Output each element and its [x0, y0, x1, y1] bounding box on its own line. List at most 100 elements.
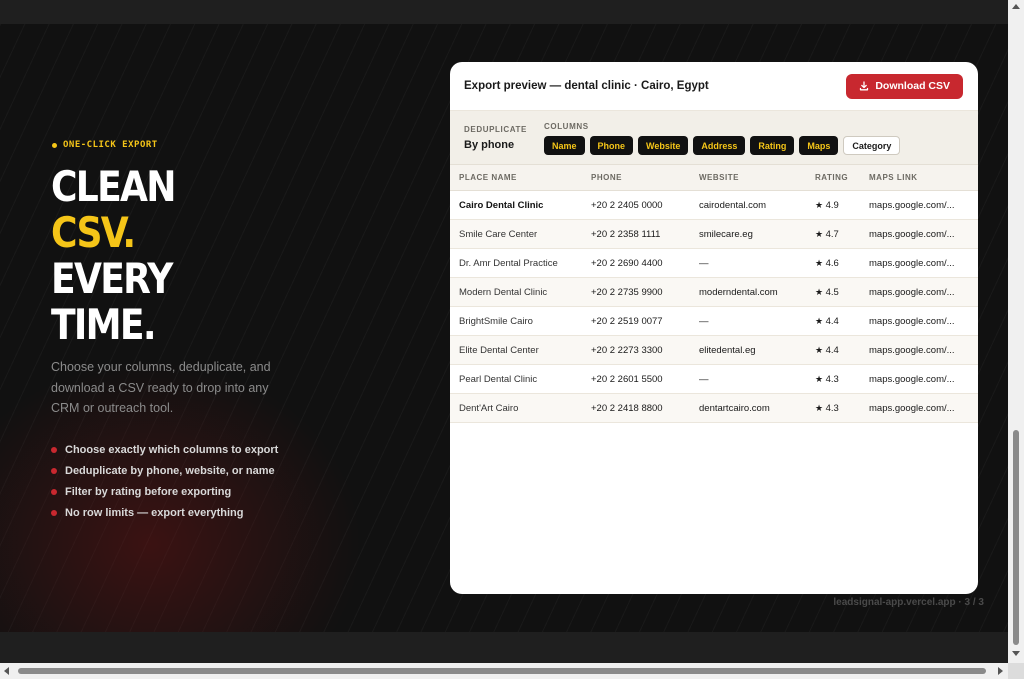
phone-cell: +20 2 2405 0000: [582, 190, 690, 220]
rating-value: 4.5: [825, 286, 839, 298]
browser-bottom-bar: [0, 632, 1008, 663]
chip-phone[interactable]: Phone: [589, 136, 634, 155]
maps-link-cell[interactable]: maps.google.com/...: [860, 306, 978, 336]
headline: CLEAN CSV. EVERY TIME.: [51, 164, 195, 348]
place-name-cell: BrightSmile Cairo: [450, 306, 582, 336]
export-preview-card: Export preview — dental clinic · Cairo, …: [450, 62, 978, 594]
scroll-right-arrow-icon[interactable]: [998, 667, 1003, 675]
place-name-cell: Dr. Amr Dental Practice: [450, 248, 582, 278]
star-icon: ★: [815, 344, 826, 355]
website-cell: moderndental.com: [690, 277, 806, 307]
rating-value: 4.6: [825, 257, 839, 269]
chip-category[interactable]: Category: [843, 136, 901, 155]
dedup-control[interactable]: DEDUPLICATE By phone: [464, 125, 527, 151]
feature-item: No row limits — export everything: [51, 502, 278, 523]
columns-label: COLUMNS: [544, 122, 589, 131]
table-row: BrightSmile Cairo +20 2 2519 0077— ★ 4.4 ma…: [450, 306, 978, 336]
star-icon: ★: [815, 315, 826, 326]
column-header: PHONE: [582, 165, 690, 191]
feature-text: Deduplicate by phone, website, or name: [65, 464, 275, 477]
scroll-up-arrow-icon[interactable]: [1012, 4, 1020, 9]
star-icon: ★: [815, 286, 826, 297]
dedup-label: DEDUPLICATE: [464, 125, 527, 134]
column-header: PLACE NAME: [450, 165, 582, 191]
table-header-row: PLACE NAME PHONE WEBSITE RATING MAPS LIN…: [450, 165, 978, 191]
maps-link-cell[interactable]: maps.google.com/...: [860, 219, 978, 249]
chip-rating[interactable]: Rating: [750, 136, 795, 155]
column-header: RATING: [806, 165, 860, 191]
scroll-left-arrow-icon[interactable]: [4, 667, 9, 675]
phone-cell: +20 2 2418 8800: [582, 393, 690, 423]
horizontal-scrollbar[interactable]: [0, 663, 1008, 679]
bullet-dot-icon: [51, 467, 57, 474]
headline-line-4: TIME.: [51, 300, 157, 349]
table-row: Pearl Dental Clinic +20 2 2601 5500— ★ 4.3…: [450, 364, 978, 394]
website-cell: elitedental.eg: [690, 335, 806, 365]
chip-name[interactable]: Name: [544, 136, 585, 155]
maps-link-cell[interactable]: maps.google.com/...: [860, 393, 978, 423]
star-icon: ★: [815, 228, 826, 239]
slide: ONE-CLICK EXPORT CLEAN CSV. EVERY TIME. …: [0, 24, 1008, 632]
dedup-value: By phone: [464, 139, 515, 151]
headline-line-2: CSV.: [51, 208, 136, 257]
star-icon: ★: [815, 199, 826, 210]
table-row: Modern Dental Clinic +20 2 2735 9900 moder…: [450, 277, 978, 307]
download-csv-label: Download CSV: [875, 80, 950, 92]
star-icon: ★: [815, 402, 826, 413]
maps-link-cell[interactable]: maps.google.com/...: [860, 364, 978, 394]
feature-text: Choose exactly which columns to export: [65, 443, 279, 456]
download-icon: [860, 81, 869, 91]
rating-cell: ★ 4.4: [806, 335, 860, 365]
website-cell: —: [690, 364, 806, 394]
maps-link-cell[interactable]: maps.google.com/...: [860, 248, 978, 278]
place-name-cell: Modern Dental Clinic: [450, 277, 582, 307]
feature-text: No row limits — export everything: [65, 506, 244, 519]
star-icon: ★: [815, 373, 826, 384]
website-cell: —: [690, 306, 806, 336]
horizontal-scroll-thumb[interactable]: [18, 668, 986, 674]
rating-cell: ★ 4.5: [806, 277, 860, 307]
export-controls: DEDUPLICATE By phone COLUMNS Name Phone …: [450, 111, 978, 165]
scroll-down-arrow-icon[interactable]: [1012, 651, 1020, 656]
preview-table: PLACE NAME PHONE WEBSITE RATING MAPS LIN…: [450, 165, 978, 423]
website-cell: smilecare.eg: [690, 219, 806, 249]
rating-value: 4.3: [825, 373, 839, 385]
website-cell: dentartcairo.com: [690, 393, 806, 423]
phone-cell: +20 2 2690 4400: [582, 248, 690, 278]
table-row: Smile Care Center +20 2 2358 1111 smilecar…: [450, 219, 978, 249]
bullet-dot-icon: [51, 509, 57, 516]
vertical-scroll-thumb[interactable]: [1013, 430, 1019, 645]
feature-text: Filter by rating before exporting: [65, 485, 232, 498]
rating-value: 4.4: [825, 315, 839, 327]
column-chips: Name Phone Website Address Rating Maps C…: [544, 136, 901, 155]
phone-cell: +20 2 2358 1111: [582, 219, 690, 249]
column-header: MAPS LINK: [860, 165, 978, 191]
phone-cell: +20 2 2273 3300: [582, 335, 690, 365]
feature-list: Choose exactly which columns to export D…: [51, 439, 278, 523]
vertical-scrollbar[interactable]: [1008, 0, 1024, 663]
footer-note: leadsignal-app.vercel.app · 3 / 3: [833, 597, 984, 608]
chip-maps[interactable]: Maps: [799, 136, 839, 155]
download-csv-button[interactable]: Download CSV: [846, 73, 963, 99]
column-header: WEBSITE: [690, 165, 806, 191]
feature-item: Filter by rating before exporting: [51, 481, 278, 502]
rating-value: 4.4: [825, 344, 839, 356]
description: Choose your columns, deduplicate, and do…: [51, 360, 271, 415]
table-row: Dent'Art Cairo +20 2 2418 8800 dentartcair…: [450, 393, 978, 423]
scrollbar-corner: [1008, 663, 1024, 679]
star-icon: ★: [815, 257, 826, 268]
chip-website[interactable]: Website: [638, 136, 689, 155]
bullet-dot-icon: [51, 488, 57, 495]
maps-link-cell[interactable]: maps.google.com/...: [860, 190, 978, 220]
place-name-cell: Dent'Art Cairo: [450, 393, 582, 423]
card-title: Export preview — dental clinic · Cairo, …: [464, 80, 709, 92]
maps-link-cell[interactable]: maps.google.com/...: [860, 335, 978, 365]
bullet-dot-icon: [51, 446, 57, 453]
maps-link-cell[interactable]: maps.google.com/...: [860, 277, 978, 307]
chip-address[interactable]: Address: [693, 136, 746, 155]
rating-cell: ★ 4.7: [806, 219, 860, 249]
rating-value: 4.3: [825, 402, 839, 414]
feature-item: Deduplicate by phone, website, or name: [51, 460, 278, 481]
website-cell: cairodental.com: [690, 190, 806, 220]
rating-cell: ★ 4.3: [806, 393, 860, 423]
